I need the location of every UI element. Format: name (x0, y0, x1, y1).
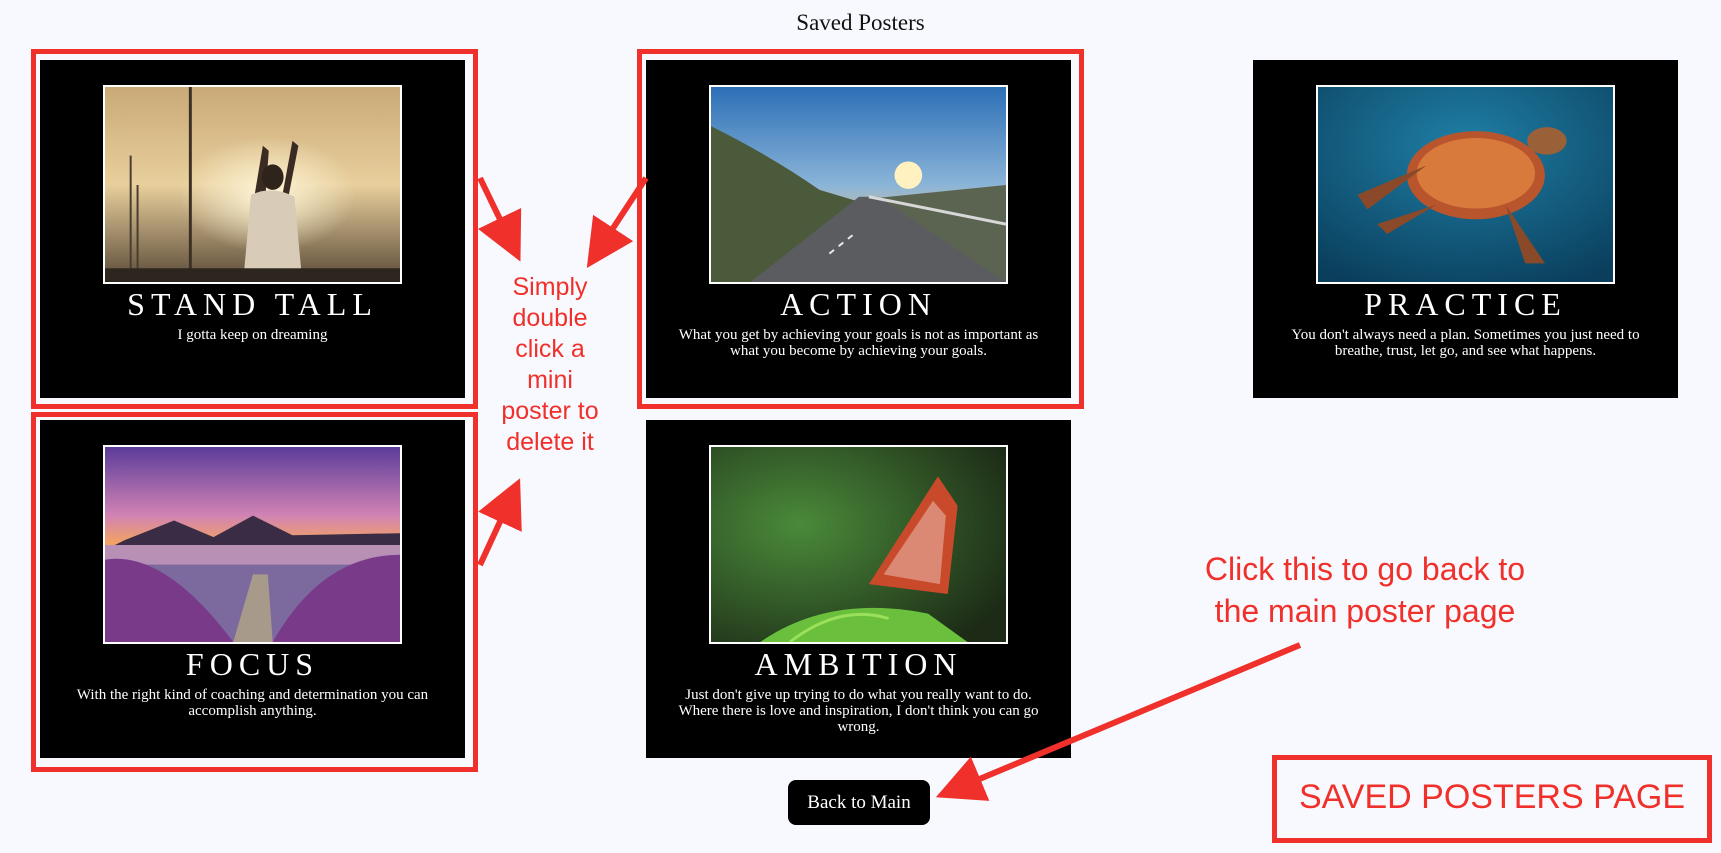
mini-poster-practice[interactable]: PRACTICE You don't always need a plan. S… (1253, 60, 1678, 398)
mini-poster-ambition[interactable]: AMBITION Just don't give up trying to do… (646, 420, 1071, 758)
poster-image (709, 445, 1008, 644)
poster-quote: I gotta keep on dreaming (177, 327, 328, 343)
mini-poster-action[interactable]: ACTION What you get by achieving your go… (646, 60, 1071, 398)
poster-image (709, 85, 1008, 284)
poster-quote: With the right kind of coaching and dete… (76, 687, 429, 719)
poster-quote: Just don't give up trying to do what you… (678, 687, 1039, 735)
page-label: SAVED POSTERS PAGE (1298, 778, 1686, 816)
delete-hint-annotation: Simply double click a mini poster to del… (501, 273, 599, 456)
poster-quote: You don't always need a plan. Sometimes … (1291, 327, 1640, 359)
back-to-main-button[interactable]: Back to Main (788, 780, 930, 825)
mini-poster-focus[interactable]: FOCUS With the right kind of coaching an… (40, 420, 465, 758)
poster-title: STAND TALL (127, 286, 378, 322)
page-title: Saved Posters (796, 10, 925, 35)
mini-poster-stand-tall[interactable]: STAND TALL I gotta keep on dreaming (40, 60, 465, 398)
back-hint-annotation: Click this to go back to the main poster… (1204, 551, 1526, 629)
poster-image (103, 445, 402, 644)
poster-title: FOCUS (185, 646, 320, 682)
poster-image (103, 85, 402, 284)
poster-title: PRACTICE (1364, 286, 1567, 322)
poster-title: AMBITION (754, 646, 963, 682)
poster-image (1316, 85, 1615, 284)
poster-quote: What you get by achieving your goals is … (678, 327, 1039, 359)
poster-title: ACTION (780, 286, 937, 322)
